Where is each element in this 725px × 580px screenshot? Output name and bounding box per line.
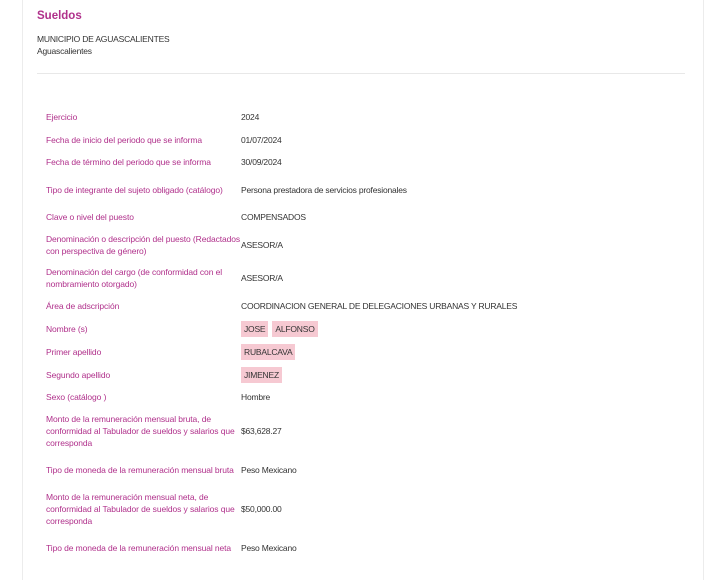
field-label: Sexo (catálogo ) (46, 392, 107, 402)
field-row-primer-apellido: Primer apellido RUBALCAVA (46, 340, 666, 363)
field-row-sexo: Sexo (catálogo ) Hombre (46, 386, 666, 408)
field-list: Ejercicio 2024 Fecha de inicio del perio… (46, 105, 666, 564)
field-label: Clave o nivel del puesto (46, 212, 134, 222)
field-label: Fecha de inicio del periodo que se infor… (46, 135, 202, 145)
field-row-fecha-inicio: Fecha de inicio del periodo que se infor… (46, 129, 666, 151)
field-label: Primer apellido (46, 346, 102, 357)
field-row-monto-neta: Monto de la remuneración mensual neta, d… (46, 486, 666, 531)
field-value: 01/07/2024 (241, 135, 282, 145)
highlight-tag: ALFONSO (272, 320, 318, 337)
field-value: JIMENEZ (241, 366, 286, 383)
field-row-tipo-integrante: Tipo de integrante del sujeto obligado (… (46, 173, 666, 207)
field-label: Fecha de término del periodo que se info… (46, 157, 211, 167)
field-value: COMPENSADOS (241, 212, 306, 222)
field-row-monto-bruta: Monto de la remuneración mensual bruta, … (46, 408, 666, 453)
field-value: Hombre (241, 392, 271, 402)
field-row-moneda-neta: Tipo de moneda de la remuneración mensua… (46, 531, 666, 564)
header-divider (37, 73, 685, 74)
entity-name: MUNICIPIO DE AGUASCALIENTES (37, 34, 170, 44)
field-row-nombre: Nombre (s) JOSE ALFONSO (46, 317, 666, 340)
field-row-moneda-bruta: Tipo de moneda de la remuneración mensua… (46, 453, 666, 486)
field-value: COORDINACION GENERAL DE DELEGACIONES URB… (241, 300, 518, 311)
field-row-ejercicio: Ejercicio 2024 (46, 105, 666, 129)
field-value: ASESOR/A (241, 239, 283, 250)
field-label: Ejercicio (46, 112, 78, 122)
field-label: Monto de la remuneración mensual bruta, … (46, 413, 235, 448)
field-value: 2024 (241, 112, 260, 122)
field-label: Tipo de moneda de la remuneración mensua… (46, 464, 234, 475)
field-value: $50,000.00 (241, 503, 282, 514)
field-row-area: Área de adscripción COORDINACION GENERAL… (46, 294, 666, 317)
field-value: Peso Mexicano (241, 542, 297, 553)
field-label: Denominación del cargo (de conformidad c… (46, 267, 222, 289)
field-value: $63,628.27 (241, 425, 282, 436)
field-value: 30/09/2024 (241, 157, 282, 167)
highlight-tag: RUBALCAVA (241, 343, 296, 360)
field-value: RUBALCAVA (241, 343, 299, 360)
highlight-tag: JOSE (241, 320, 269, 337)
field-label: Monto de la remuneración mensual neta, d… (46, 491, 235, 526)
field-row-denominacion-puesto: Denominación o descripción del puesto (R… (46, 227, 666, 262)
page-title: Sueldos (37, 10, 82, 22)
field-row-denominacion-cargo: Denominación del cargo (de conformidad c… (46, 262, 666, 294)
field-value: Peso Mexicano (241, 464, 297, 475)
field-value: ASESOR/A (241, 273, 283, 283)
field-label: Área de adscripción (46, 300, 120, 311)
field-label: Denominación o descripción del puesto (R… (46, 233, 241, 256)
field-label: Tipo de integrante del sujeto obligado (… (46, 185, 223, 195)
field-row-segundo-apellido: Segundo apellido JIMENEZ (46, 363, 666, 386)
field-value: Persona prestadora de servicios profesio… (241, 185, 407, 195)
field-value: JOSE ALFONSO (241, 320, 322, 337)
field-row-fecha-termino: Fecha de término del periodo que se info… (46, 151, 666, 173)
field-label: Segundo apellido (46, 369, 111, 380)
field-label: Nombre (s) (46, 323, 88, 334)
highlight-tag: JIMENEZ (241, 366, 282, 383)
entity-state: Aguascalientes (37, 46, 92, 56)
field-label: Tipo de moneda de la remuneración mensua… (46, 542, 232, 553)
field-row-clave-puesto: Clave o nivel del puesto COMPENSADOS (46, 207, 666, 227)
